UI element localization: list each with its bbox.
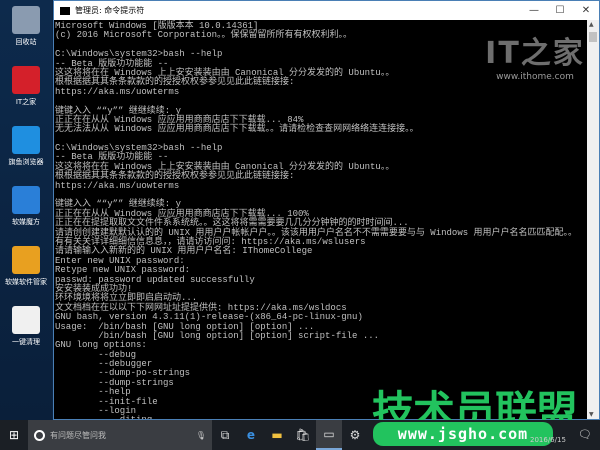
app-icon [12, 246, 40, 274]
desktop-icon-label: 回收站 [15, 38, 37, 46]
app-icon [12, 126, 40, 154]
desktop: 回收站 IT之家旗鱼浏览器软媒魔方软媒软件管家 一键清理 [0, 0, 52, 420]
desktop-icon[interactable]: IT之家 [2, 66, 50, 107]
window-title: 管理员: 命令提示符 [75, 6, 145, 15]
cmd-icon [60, 6, 70, 15]
search-box[interactable]: 有问题尽管问我 🎙 [28, 420, 212, 450]
desktop-icon-label: IT之家 [15, 98, 37, 106]
scroll-down-icon[interactable]: ▼ [589, 411, 594, 418]
app-icon [12, 186, 40, 214]
desktop-icon-label: 旗鱼浏览器 [8, 158, 44, 166]
settings-icon[interactable]: ⚙ [342, 428, 368, 442]
desktop-icon[interactable]: 一键清理 [2, 306, 50, 347]
search-placeholder: 有问题尽管问我 [50, 430, 106, 440]
desktop-icon[interactable]: 软媒魔方 [2, 186, 50, 227]
console-line: https://aka.ms/uowterms [55, 180, 180, 191]
desktop-icon[interactable]: 回收站 [2, 6, 50, 47]
ithome-watermark: IT之家 www.ithome.com [480, 28, 590, 82]
app-icon [12, 6, 40, 34]
console-line: 无无法法从从 Windows 应应用用商商店店下下载载。。请请检检查查网网络络连… [55, 124, 419, 135]
ithome-logo: IT之家 [485, 36, 585, 71]
microphone-icon[interactable]: 🎙 [196, 431, 206, 440]
app-icon [12, 66, 40, 94]
edge-icon[interactable]: e [238, 428, 264, 442]
start-button[interactable]: ⊞ [0, 428, 28, 442]
console-line: https://aka.ms/uowterms [55, 86, 180, 97]
jsgho-url-watermark: www.jsgho.com [373, 422, 553, 446]
minimize-button[interactable]: — [521, 5, 547, 16]
desktop-icon-label: 软媒魔方 [12, 218, 40, 226]
desktop-icon-label: 一键清理 [12, 338, 40, 346]
console-line: passwd: password updated successfully [55, 274, 255, 285]
close-button[interactable]: ✕ [573, 5, 599, 16]
cortana-icon [34, 429, 45, 441]
scroll-up-icon[interactable]: ▲ [589, 21, 594, 28]
ithome-url: www.ithome.com [496, 72, 574, 82]
clock-date[interactable]: 2016/6/15 [530, 436, 566, 444]
store-icon[interactable]: 🛍 [290, 428, 316, 442]
app-icon [12, 306, 40, 334]
title-bar[interactable]: 管理员: 命令提示符 — ☐ ✕ [54, 1, 599, 20]
cmd-taskbar-icon[interactable]: ▭ [316, 420, 342, 450]
file-explorer-icon[interactable]: ▬ [264, 428, 290, 442]
desktop-icon[interactable]: 软媒软件管家 [2, 246, 50, 287]
desktop-icon-label: 软媒软件管家 [5, 278, 47, 286]
action-center-icon[interactable]: 🗨 [578, 428, 592, 441]
desktop-icon[interactable]: 旗鱼浏览器 [2, 126, 50, 167]
maximize-button[interactable]: ☐ [547, 5, 573, 16]
scroll-thumb[interactable] [589, 32, 597, 42]
task-view-icon[interactable]: ⧉ [212, 428, 238, 443]
